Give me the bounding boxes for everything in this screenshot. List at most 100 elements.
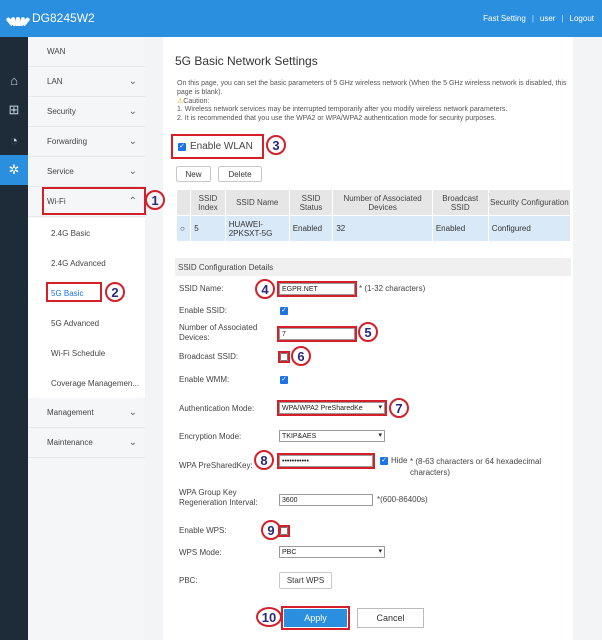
page-description: On this page, you can set the basic para…: [177, 80, 567, 124]
table-cell: Enabled: [431, 215, 489, 242]
gauge-icon[interactable]: ◔: [0, 125, 28, 155]
sidebar-subitem-label: 2.4G Basic: [51, 228, 91, 238]
logout-link[interactable]: Logout: [570, 14, 594, 23]
table-header: Number of Associated Devices: [332, 189, 433, 216]
step-badge: 6: [291, 346, 311, 366]
sidebar-subitem-5g-advanced[interactable]: 5G Advanced: [28, 308, 145, 338]
wmm-checkbox[interactable]: ✓: [280, 376, 288, 384]
table-header: SSID Name: [224, 189, 290, 216]
pbc-label: PBC:: [179, 576, 198, 585]
sidebar-item-service[interactable]: Service ⌄: [28, 157, 145, 187]
add-icon[interactable]: ⊞: [0, 95, 28, 125]
sidebar-item-label: Forwarding: [47, 137, 88, 146]
annotation-box: [277, 453, 375, 469]
icon-bar: ⌂ ⊞ ◔ ✲: [0, 37, 28, 640]
sidebar-subitem-wifi-schedule[interactable]: Wi-Fi Schedule: [28, 338, 145, 368]
sidebar-item-label: Management: [47, 408, 94, 417]
rekey-interval-input[interactable]: 3600: [279, 494, 373, 506]
description-text: On this page, you can set the basic para…: [177, 80, 567, 96]
sidebar-subitem-24g-basic[interactable]: 2.4G Basic: [28, 218, 145, 248]
fast-setting-link[interactable]: Fast Setting: [483, 14, 526, 23]
sidebar-subitem-label: Coverage Managemen...: [51, 378, 140, 388]
ssid-name-label: SSID Name:: [179, 284, 224, 293]
step-badge: 5: [358, 322, 378, 342]
table-row[interactable]: ○ 5 HUAWEI-2PKSXT-5G Enabled 32 Enabled …: [175, 215, 572, 242]
chevron-down-icon: ⌄: [128, 407, 137, 418]
table-header: Security Configuration: [487, 189, 572, 216]
step-badge: 10: [256, 607, 282, 627]
chevron-down-icon: ⌄: [128, 106, 137, 117]
start-wps-button[interactable]: Start WPS: [279, 572, 332, 589]
chevron-down-icon: ▾: [378, 548, 382, 555]
annotation-box: [171, 134, 264, 159]
sidebar-item-wan[interactable]: WAN: [28, 37, 145, 67]
broadcast-ssid-label: Broadcast SSID:: [179, 352, 239, 361]
caution-line-1: 1. Wireless network services may be inte…: [177, 106, 508, 114]
sidebar-subitem-24g-advanced[interactable]: 2.4G Advanced: [28, 248, 145, 278]
nav-separator: |: [561, 14, 564, 23]
row-select-radio[interactable]: ○: [175, 215, 192, 242]
new-button[interactable]: New: [176, 166, 211, 182]
step-badge: 1: [145, 190, 165, 210]
rekey-interval-label: WPA Group Key Regeneration Interval:: [179, 488, 258, 507]
hide-psk-label: Hide: [391, 456, 408, 465]
sidebar-item-management[interactable]: Management ⌄: [28, 398, 145, 428]
sidebar-item-forwarding[interactable]: Forwarding ⌄: [28, 127, 145, 157]
annotation-box: [46, 282, 102, 302]
step-badge: 2: [105, 282, 125, 302]
annotation-box: [42, 187, 146, 215]
cancel-button[interactable]: Cancel: [357, 608, 424, 628]
encryption-mode-select[interactable]: TKIP&AES ▾: [279, 430, 385, 442]
rekey-interval-hint: *(600-86400s): [377, 495, 428, 504]
table-header-row: SSID Index SSID Name SSID Status Number …: [175, 189, 572, 216]
user-link[interactable]: user: [540, 14, 556, 23]
encryption-mode-label: Encryption Mode:: [179, 432, 242, 441]
table-header: SSID Status: [288, 189, 334, 216]
table-cell: 5: [190, 215, 226, 242]
sidebar-item-label: WAN: [47, 47, 66, 56]
sidebar-item-maintenance[interactable]: Maintenance ⌄: [28, 428, 145, 458]
table-cell: 32: [332, 215, 433, 242]
enable-ssid-label: Enable SSID:: [179, 306, 228, 315]
sidebar: WAN LAN ⌄ Security ⌄ Forwarding ⌄ Service ⌄ …: [28, 37, 145, 640]
sidebar-subitem-label: 5G Advanced: [51, 318, 100, 328]
sidebar-subitem-coverage[interactable]: Coverage Managemen...: [28, 368, 145, 398]
psk-label: WPA PreSharedKey:: [179, 461, 253, 470]
section-title: SSID Configuration Details: [175, 258, 571, 276]
chevron-down-icon: ⌄: [128, 437, 137, 448]
step-badge: 8: [254, 450, 274, 470]
chevron-down-icon: ▾: [378, 432, 382, 439]
annotation-box: [277, 326, 357, 342]
step-badge: 7: [389, 398, 409, 418]
sidebar-item-label: Service: [47, 167, 74, 176]
enable-wps-label: Enable WPS:: [179, 526, 227, 535]
home-icon[interactable]: ⌂: [0, 65, 28, 95]
psk-hint: * (8-63 characters or 64 hexadecimal cha…: [410, 457, 542, 477]
table-cell: Enabled: [288, 215, 334, 242]
huawei-logo-icon: [5, 10, 31, 27]
sidebar-subitem-label: Wi-Fi Schedule: [51, 348, 106, 358]
logo-text: DG8245W2: [32, 11, 95, 25]
chevron-down-icon: ⌄: [128, 166, 137, 177]
sidebar-item-label: Security: [47, 107, 76, 116]
table-cell: HUAWEI-2PKSXT-5G: [224, 215, 290, 242]
delete-button[interactable]: Delete: [218, 166, 262, 182]
gear-icon[interactable]: ✲: [0, 155, 28, 185]
step-badge: 9: [261, 520, 281, 540]
sidebar-item-label: LAN: [47, 77, 63, 86]
sidebar-subitem-label: 2.4G Advanced: [51, 258, 106, 268]
wps-mode-select[interactable]: PBC ▾: [279, 546, 385, 558]
sidebar-item-security[interactable]: Security ⌄: [28, 97, 145, 127]
chevron-down-icon: ⌄: [128, 76, 137, 87]
hide-psk-checkbox[interactable]: ✓: [380, 457, 388, 465]
encryption-mode-value: TKIP&AES: [282, 432, 317, 440]
auth-mode-label: Authentication Mode:: [179, 404, 255, 413]
caution-text: Caution:: [183, 97, 210, 105]
wps-mode-value: PBC: [282, 548, 297, 556]
table-header: SSID Index: [190, 189, 226, 216]
annotation-box: [278, 351, 290, 363]
sidebar-item-lan[interactable]: LAN ⌄: [28, 67, 145, 97]
enable-ssid-checkbox[interactable]: ✓: [280, 307, 288, 315]
table-cell: Configured: [487, 215, 572, 242]
table-header: Broadcast SSID: [431, 189, 489, 216]
